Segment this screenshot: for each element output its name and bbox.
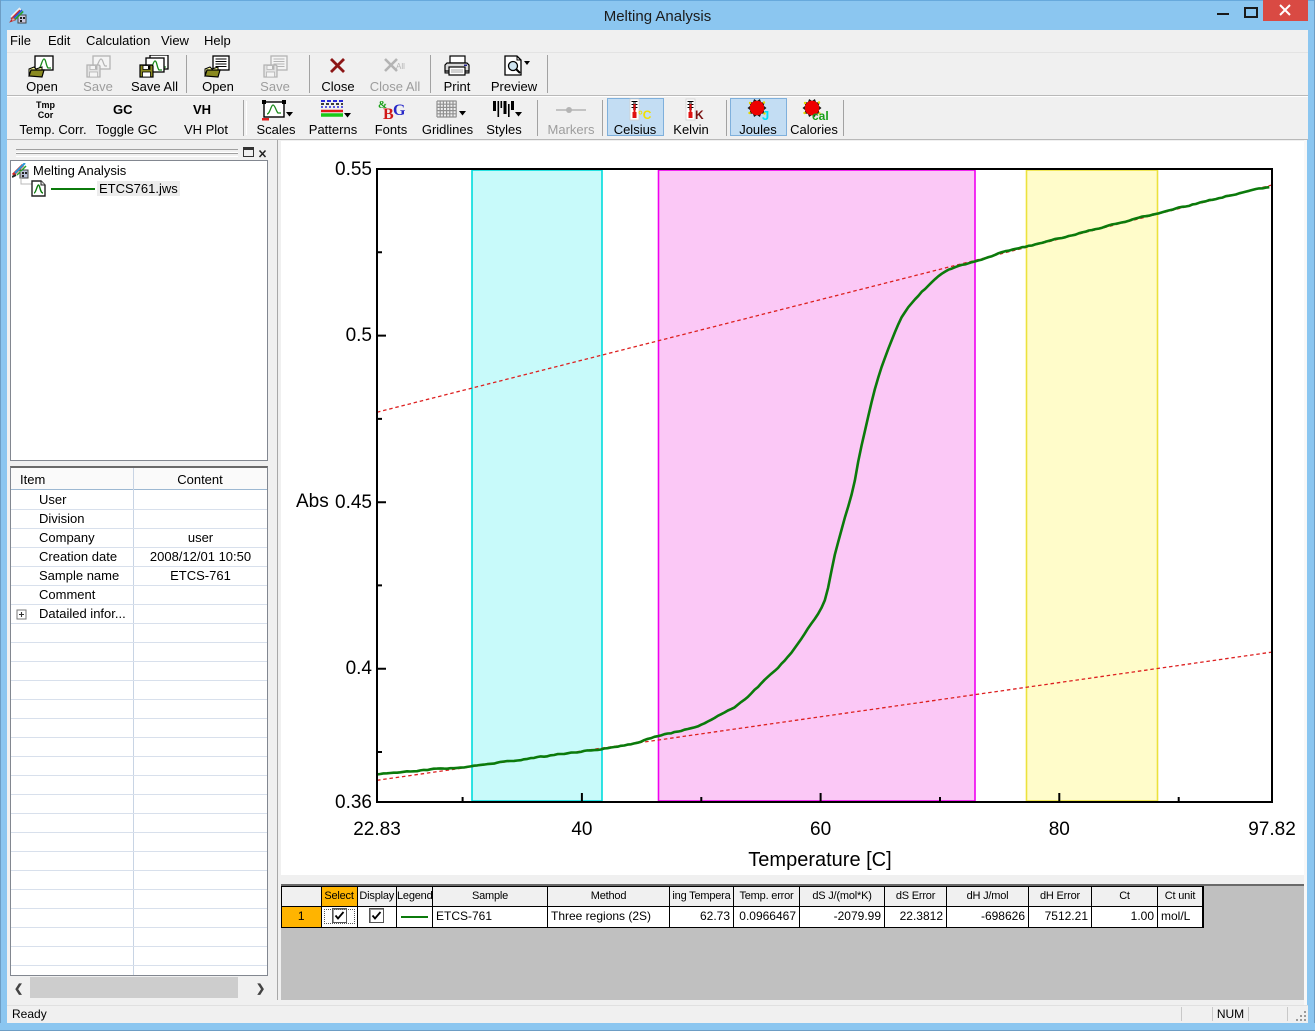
svg-text:0.5: 0.5: [346, 325, 372, 346]
svg-text:0.55: 0.55: [335, 159, 372, 180]
svg-text:0.45: 0.45: [335, 492, 372, 513]
svg-text:cal: cal: [812, 109, 829, 122]
svg-text:J: J: [762, 108, 769, 122]
svg-text:G: G: [393, 102, 406, 119]
svg-text:Temperature [C]: Temperature [C]: [748, 849, 891, 871]
svg-text:60: 60: [810, 819, 831, 840]
svg-text:0.4: 0.4: [346, 658, 373, 679]
svg-text:Abs: Abs: [296, 491, 329, 512]
svg-text:40: 40: [571, 819, 592, 840]
svg-text:22.83: 22.83: [353, 819, 401, 840]
svg-text:°C: °C: [638, 108, 652, 122]
svg-text:All: All: [396, 62, 405, 71]
svg-text:80: 80: [1049, 819, 1070, 840]
svg-text:K: K: [695, 108, 704, 122]
svg-text:0.36: 0.36: [335, 792, 372, 813]
svg-text:97.82: 97.82: [1248, 819, 1296, 840]
